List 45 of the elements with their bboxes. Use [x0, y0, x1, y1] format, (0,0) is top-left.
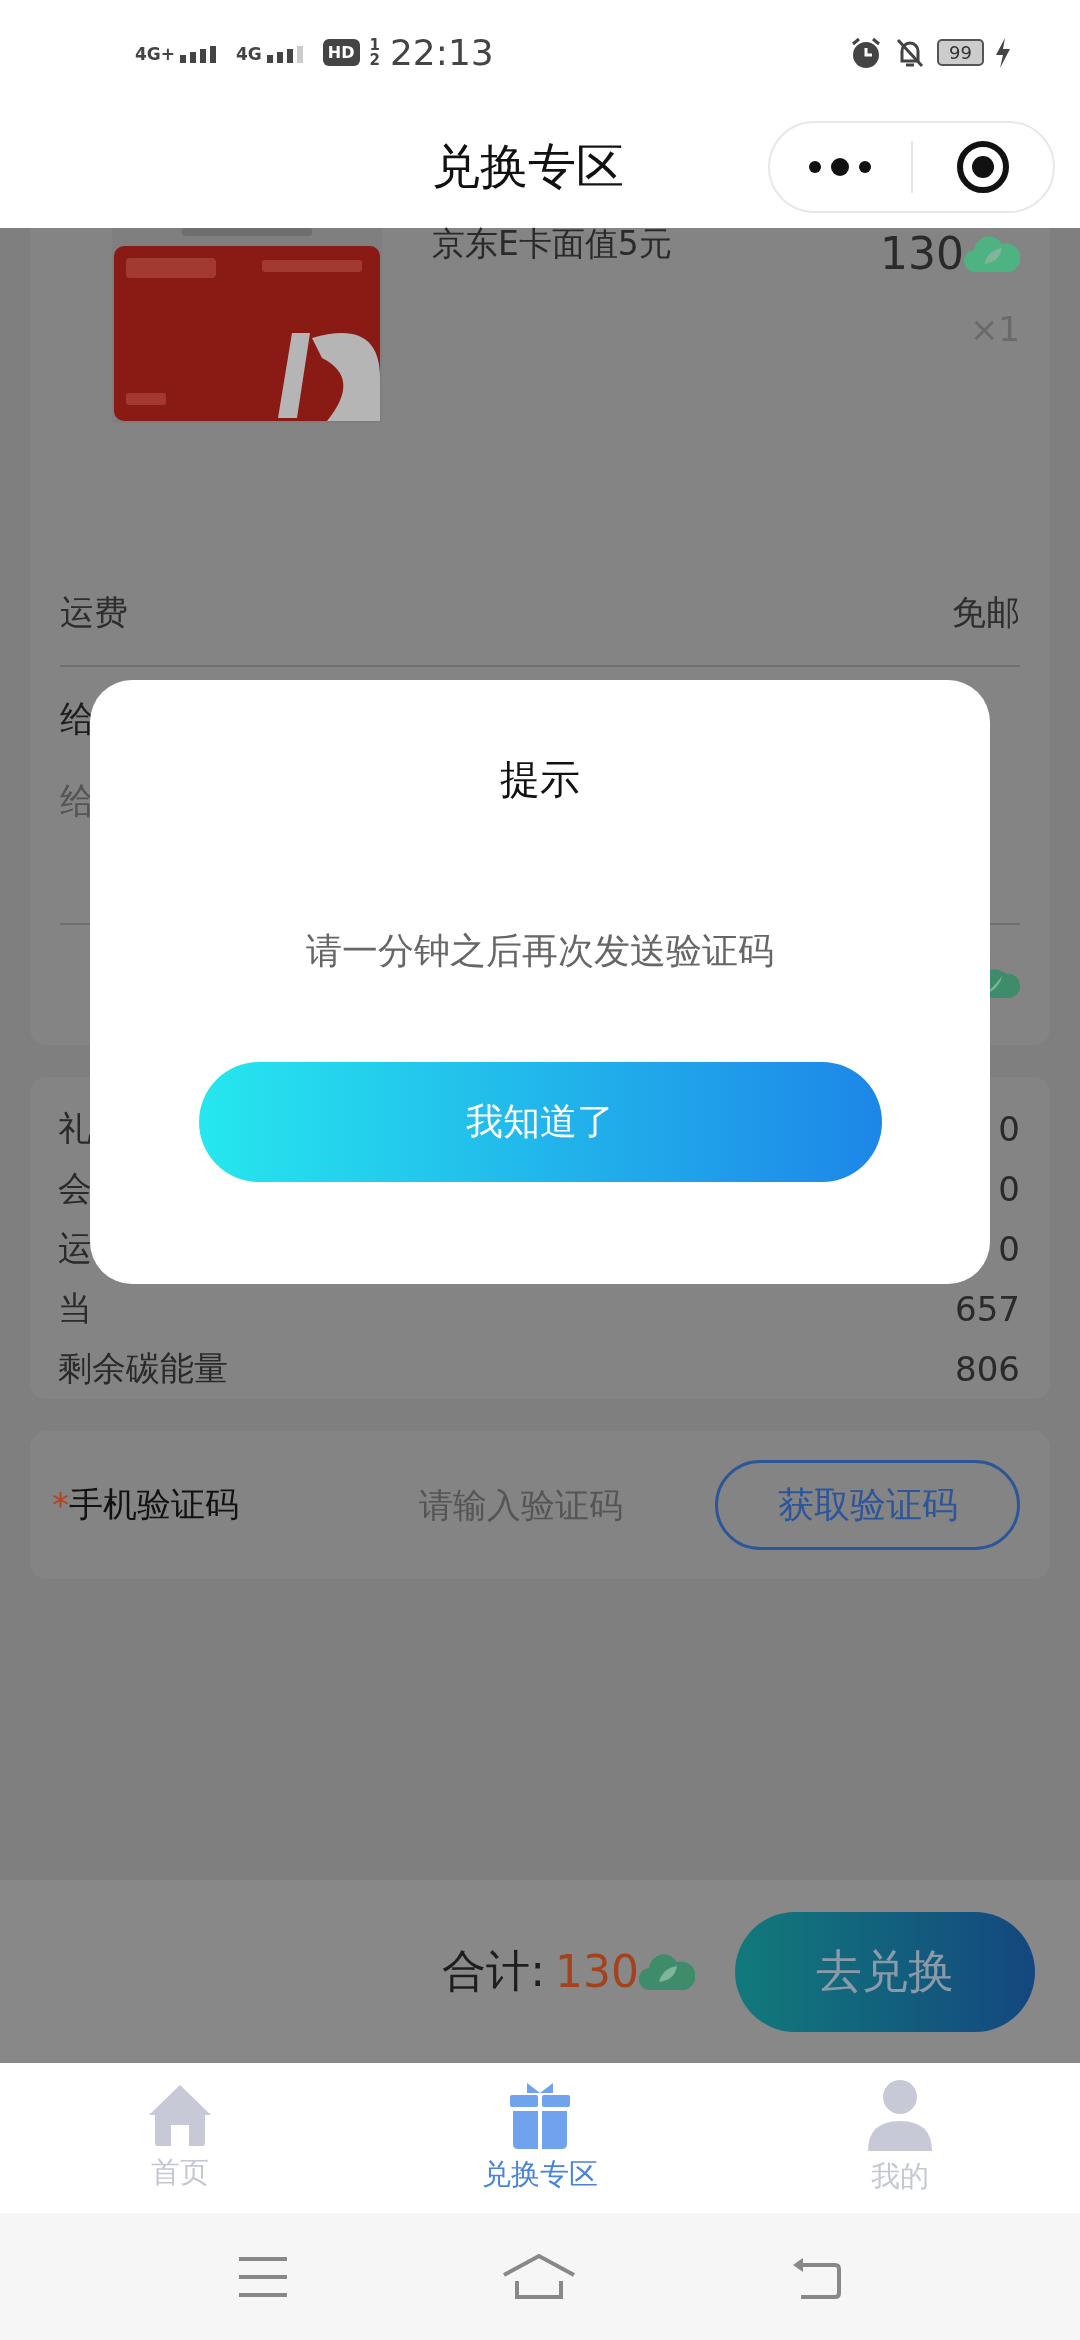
dialog-title: 提示 [500, 755, 580, 804]
network-type: 4G+ [135, 45, 176, 63]
charging-icon [994, 36, 1012, 69]
get-code-button[interactable]: 获取验证码 [715, 1460, 1020, 1550]
redeem-button[interactable]: 去兑换 [735, 1911, 1035, 2032]
sim-number: 2 [369, 52, 380, 68]
summary-label: 当 [58, 1287, 92, 1330]
required-mark: * [52, 1485, 69, 1525]
tab-item[interactable]: 首页 [0, 2063, 360, 2213]
total-value: 130 [555, 1946, 639, 1997]
total-label: 合计: [442, 1944, 545, 1998]
battery-level: 99 [937, 39, 984, 66]
close-target-icon[interactable] [955, 139, 1010, 194]
menu-icon[interactable] [236, 2254, 289, 2299]
summary-label: 礼 [58, 1107, 92, 1150]
home-outline-icon[interactable] [502, 2252, 576, 2301]
network-type: 4G [236, 45, 262, 63]
sim-number: 1 [369, 37, 380, 53]
cloud-leaf-icon [964, 233, 1020, 274]
summary-value: 0 [998, 1229, 1020, 1269]
message-label: 给 [60, 697, 96, 741]
product-name: 京东E卡面值5元 [432, 223, 672, 265]
tab-item[interactable]: 我的 [720, 2063, 1080, 2213]
shipping-value: 免邮 [952, 590, 1020, 634]
hd-badge: HD [322, 39, 360, 66]
dialog-message: 请一分钟之后再次发送验证码 [306, 929, 774, 973]
summary-label: 剩余碳能量 [58, 1347, 228, 1390]
code-label: 手机验证码 [69, 1483, 240, 1526]
tab-item[interactable]: 兑换专区 [360, 2063, 720, 2213]
summary-value: 0 [998, 1169, 1020, 1209]
summary-value: 806 [955, 1349, 1020, 1389]
person-icon [867, 2079, 933, 2151]
summary-value: 0 [998, 1109, 1020, 1149]
shipping-label: 运费 [60, 590, 128, 634]
gift-icon [510, 2081, 570, 2149]
summary-label: 运 [58, 1227, 92, 1270]
cloud-leaf-icon [639, 1951, 695, 1992]
summary-label: 会 [58, 1167, 92, 1210]
price-value: 130 [880, 228, 964, 279]
home-icon [147, 2083, 213, 2147]
confirm-button[interactable]: 我知道了 [198, 1062, 882, 1182]
page-title: 兑换专区 [431, 136, 624, 196]
more-icon[interactable] [808, 156, 873, 177]
summary-value: 657 [955, 1289, 1020, 1329]
clock-time: 22:13 [389, 32, 494, 73]
